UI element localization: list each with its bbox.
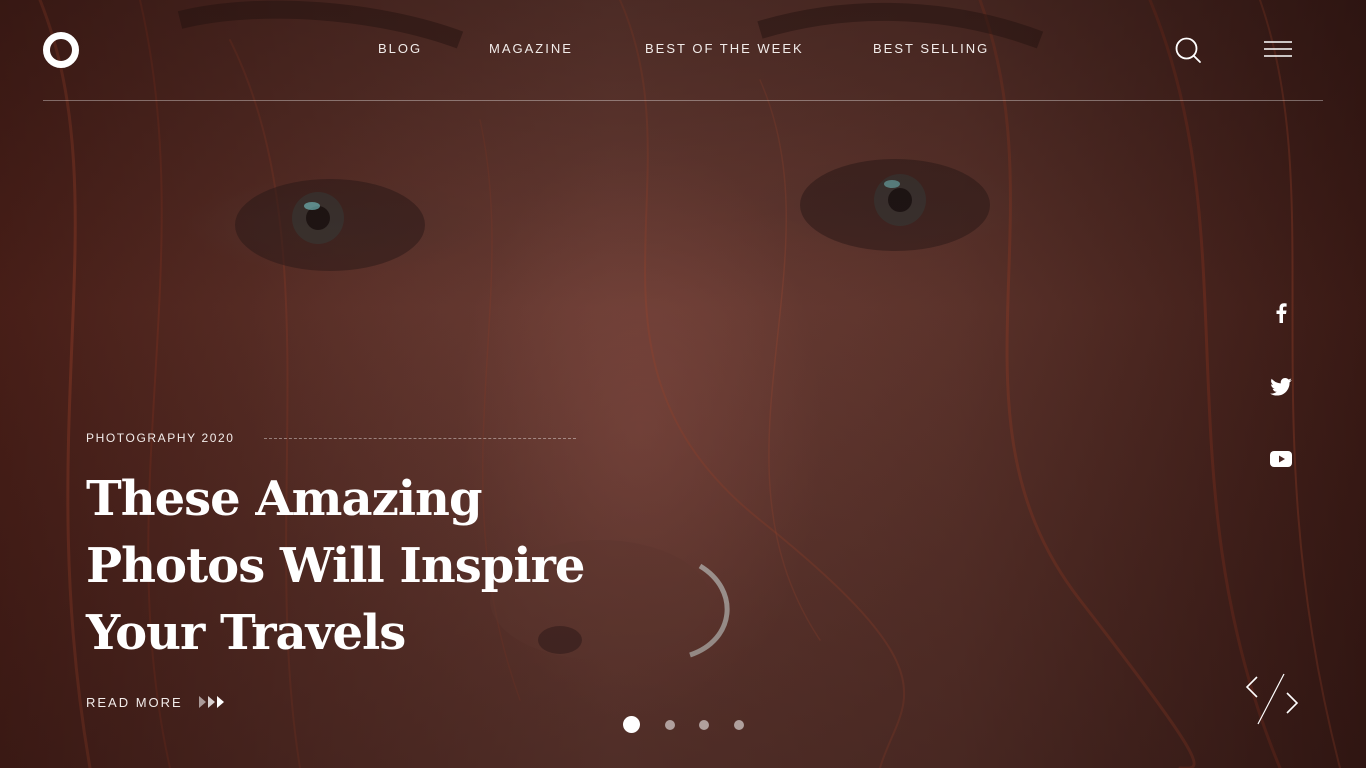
search-icon — [1175, 37, 1201, 63]
nav-item-blog[interactable]: BLOG — [378, 41, 422, 56]
dashed-divider — [264, 438, 576, 439]
hamburger-menu-icon — [1264, 41, 1292, 57]
twitter-icon — [1270, 378, 1292, 396]
slider-dot-1[interactable] — [623, 716, 640, 733]
slider-dot-3[interactable] — [699, 720, 709, 730]
twitter-link[interactable] — [1268, 376, 1294, 398]
read-more-label: READ MORE — [86, 694, 183, 710]
slider-dot-2[interactable] — [665, 720, 675, 730]
hero-slide: BLOG MAGAZINE BEST OF THE WEEK BEST SELL… — [0, 0, 1366, 768]
nav-item-magazine[interactable]: MAGAZINE — [489, 41, 573, 56]
headline-line: These Amazing — [86, 471, 483, 527]
triple-arrow-icon — [198, 696, 224, 708]
category-label: PHOTOGRAPHY 2020 — [86, 431, 235, 445]
youtube-link[interactable] — [1268, 448, 1294, 470]
next-slide-button[interactable] — [1282, 688, 1300, 724]
read-more-link[interactable]: READ MORE — [86, 694, 225, 710]
nav-item-best-selling[interactable]: BEST SELLING — [873, 41, 989, 56]
main-nav: BLOG MAGAZINE BEST OF THE WEEK BEST SELL… — [0, 41, 1366, 61]
slider-dot-4[interactable] — [734, 720, 744, 730]
facebook-icon — [1276, 303, 1287, 323]
menu-button[interactable] — [1264, 40, 1292, 60]
slider-arrows — [1244, 672, 1300, 726]
nav-item-best-of-the-week[interactable]: BEST OF THE WEEK — [645, 41, 804, 56]
hero-headline: These Amazing Photos Will Inspire Your T… — [86, 466, 606, 667]
search-button[interactable] — [1174, 36, 1202, 64]
headline-line: Your Travels — [86, 605, 406, 661]
hero-category: PHOTOGRAPHY 2020 — [86, 430, 586, 448]
headline-line: Photos Will Inspire — [86, 538, 585, 594]
header-divider — [43, 100, 1323, 101]
youtube-icon — [1270, 451, 1292, 467]
facebook-link[interactable] — [1268, 302, 1294, 324]
